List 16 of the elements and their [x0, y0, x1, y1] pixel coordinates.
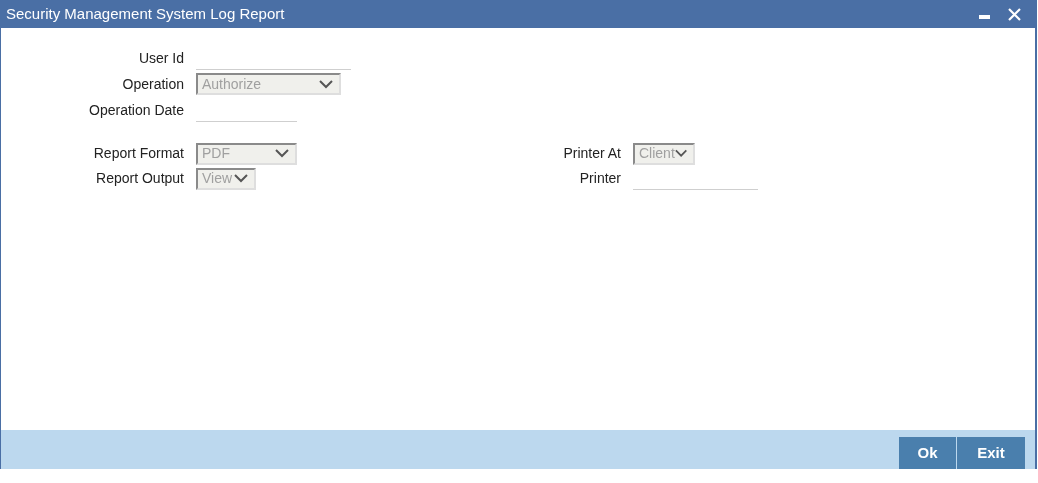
window-title: Security Management System Log Report — [6, 3, 285, 24]
field-label: Printer At — [562, 144, 621, 163]
field-label: Report Output — [95, 169, 184, 188]
dialog-button[interactable]: Exit — [957, 437, 1025, 469]
field-label: Operation — [121, 74, 184, 94]
field-label: Operation Date — [88, 100, 184, 120]
chevron-down-icon — [674, 149, 687, 158]
close-icon[interactable] — [1008, 7, 1021, 21]
chevron-down-icon — [234, 174, 248, 183]
field-label: Report Format — [92, 144, 184, 163]
minimize-icon[interactable] — [979, 15, 990, 19]
dialog-button[interactable]: Ok — [899, 437, 956, 469]
chevron-down-icon — [275, 149, 289, 158]
chevron-down-icon — [319, 79, 333, 89]
field-label: Printer — [578, 169, 621, 188]
field-label: User Id — [137, 48, 184, 68]
